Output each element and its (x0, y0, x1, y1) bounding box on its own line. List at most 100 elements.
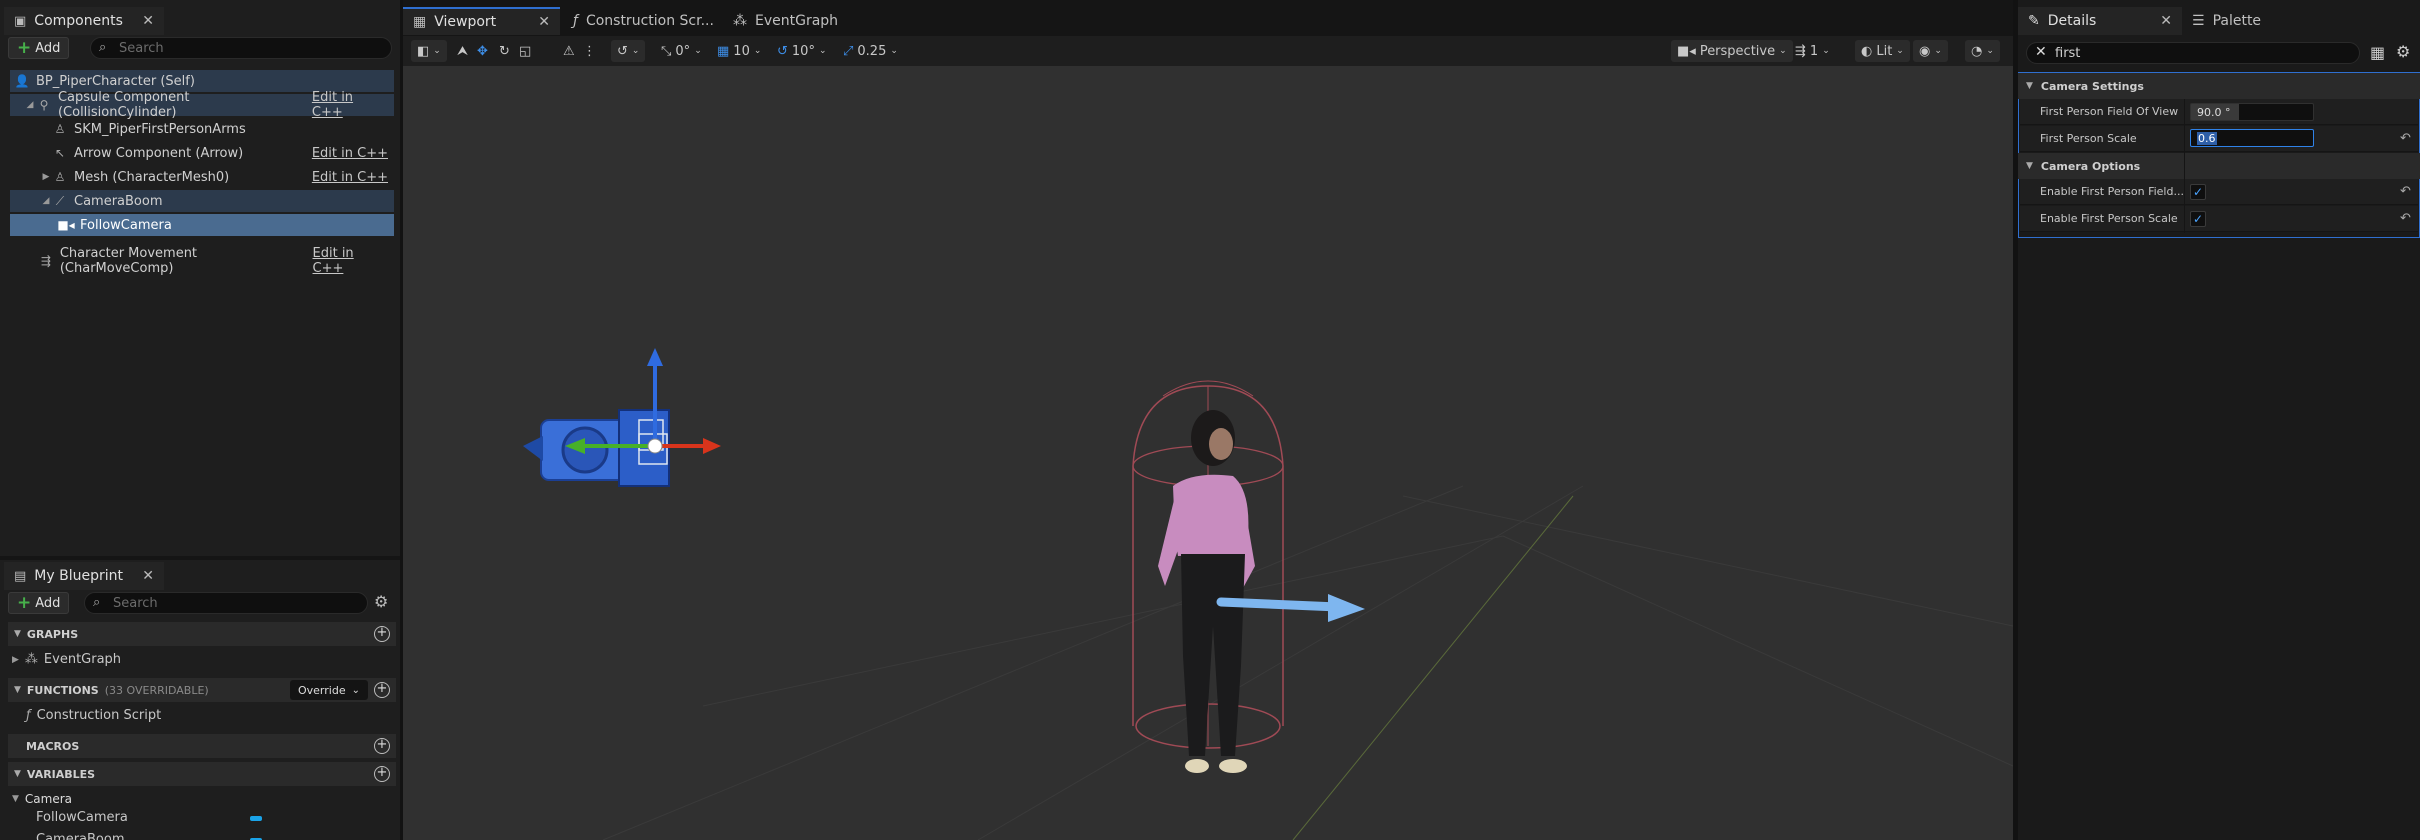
variable-type-pin-icon (250, 816, 262, 821)
angle-snap-control[interactable]: ↺ 10° ⌄ (777, 40, 827, 62)
tree-item-label: SKM_PiperFirstPersonArms (74, 121, 246, 137)
override-dropdown[interactable]: Override ⌄ (290, 680, 368, 700)
variable-category[interactable]: ▼ Camera (12, 792, 72, 806)
scale-snap-control[interactable]: ⤢ 0.25 ⌄ (843, 40, 898, 62)
settings-gear-icon[interactable]: ⚙ (2396, 42, 2410, 61)
list-item-construction-script[interactable]: ƒ Construction Script (26, 708, 161, 723)
gear-icon[interactable]: ⚙ (374, 592, 388, 611)
grid-snap-value: 10 (733, 43, 750, 59)
clear-search-icon[interactable]: ✕ (2035, 44, 2047, 60)
grid-view-icon[interactable]: ▦ (2370, 43, 2385, 62)
lighting-mode-label: Lit (1876, 43, 1893, 59)
scale-icon[interactable]: ◱ (519, 40, 531, 62)
tab-event-graph[interactable]: ⁂ EventGraph (723, 7, 843, 35)
show-flags-dropdown[interactable]: ◉ ⌄ (1913, 40, 1948, 62)
edit-in-cpp-link[interactable]: Edit in C++ (312, 90, 388, 120)
details-search-field[interactable] (2055, 45, 2359, 61)
chevron-down-icon[interactable]: ◢ (24, 100, 36, 110)
chevron-down-icon: ⌄ (351, 684, 360, 696)
grid-snap-control[interactable]: ▦ 10 ⌄ (717, 40, 761, 62)
more-options-icon[interactable]: ⋮ (583, 40, 596, 62)
tree-item-capsule[interactable]: ◢ ⚲ Capsule Component (CollisionCylinder… (10, 90, 394, 120)
graph-icon: ⁂ (733, 13, 747, 29)
section-macros[interactable]: MACROS (8, 734, 396, 758)
reset-to-default-icon[interactable]: ↶ (2400, 211, 2411, 226)
scale-snap-value: 0.25 (857, 43, 887, 59)
details-search-input[interactable]: ✕ (2026, 42, 2360, 64)
property-row-enable-fov: Enable First Person Field... (2020, 179, 2418, 205)
enable-fov-checkbox[interactable]: ✓ (2190, 184, 2206, 200)
tab-components[interactable]: ▣ Components ✕ (4, 7, 164, 35)
edit-in-cpp-link[interactable]: Edit in C++ (313, 246, 388, 276)
tree-item-mesh[interactable]: ▶ ♙ Mesh (CharacterMesh0) Edit in C++ (10, 166, 394, 188)
add-graph-icon[interactable]: + (374, 626, 390, 642)
components-panel: ▣ Components ✕ + Add ⌕ 👤 BP_PiperCharact… (0, 0, 400, 560)
list-item-eventgraph[interactable]: ▶ ⁂ EventGraph (12, 652, 121, 667)
section-variables[interactable]: ▼ VARIABLES (8, 762, 396, 786)
view-mode-dropdown[interactable]: ■◂ Perspective ⌄ (1671, 40, 1793, 62)
add-member-button[interactable]: + Add (8, 592, 70, 614)
editor-tab-bar: ▦ Viewport ✕ ƒ Construction Scr... ⁂ Eve… (403, 6, 2013, 36)
tab-palette[interactable]: ☰ Palette (2182, 7, 2302, 35)
close-icon[interactable]: ✕ (142, 568, 154, 584)
section-graphs[interactable]: ▼ GRAPHS (8, 622, 396, 646)
category-camera-settings[interactable]: ▼ Camera Settings (2018, 73, 2420, 99)
camera-speed-dropdown[interactable]: ⇶ 1 ⌄ (1795, 40, 1830, 62)
tab-details-label: Details (2047, 13, 2097, 29)
tab-viewport-label: Viewport (434, 14, 497, 30)
tab-construction-script[interactable]: ƒ Construction Scr... (563, 7, 728, 35)
fov-value: 90.0 ° (2197, 105, 2231, 119)
variable-item[interactable]: CameraBoom (36, 832, 266, 840)
tab-my-blueprint-label: My Blueprint (34, 568, 123, 584)
tab-construction-label: Construction Scr... (585, 13, 714, 29)
chevron-right-icon[interactable]: ▶ (40, 172, 52, 182)
surface-snap-dropdown[interactable]: ↺ ⌄ (611, 40, 646, 62)
rotation-snap-icon: ⤡ (661, 43, 672, 59)
add-component-button[interactable]: + Add (8, 37, 70, 59)
add-variable-icon[interactable]: + (374, 766, 390, 782)
close-icon[interactable]: ✕ (142, 13, 154, 29)
enable-scale-checkbox[interactable]: ✓ (2190, 211, 2206, 227)
tree-item-movement[interactable]: ⇶ Character Movement (CharMoveComp) Edit… (10, 246, 394, 276)
category-camera-options[interactable]: ▼ Camera Options (2018, 153, 2420, 179)
coordinate-system-icon[interactable]: ⚠ (563, 40, 575, 62)
property-splitter[interactable] (2184, 99, 2185, 233)
tab-details[interactable]: ✎ Details ✕ (2018, 7, 2182, 35)
performance-dropdown[interactable]: ◔ ⌄ (1965, 40, 2000, 62)
tree-item-cameraboom[interactable]: ◢ ⟋ CameraBoom (10, 190, 394, 212)
chevron-down-icon: ▼ (12, 794, 19, 804)
tree-item-arrow[interactable]: ↖ Arrow Component (Arrow) Edit in C++ (10, 142, 394, 164)
edit-in-cpp-link[interactable]: Edit in C++ (312, 146, 388, 161)
tree-item-arms[interactable]: ♙ SKM_PiperFirstPersonArms (10, 118, 394, 140)
view-mode-label: Perspective (1699, 43, 1776, 59)
viewport-options-dropdown[interactable]: ◧ ⌄ (411, 40, 447, 62)
tab-viewport[interactable]: ▦ Viewport ✕ (403, 7, 560, 35)
tree-item-self[interactable]: 👤 BP_PiperCharacter (Self) (10, 70, 394, 92)
camera-speed-icon: ⇶ (1795, 43, 1806, 59)
add-macro-icon[interactable]: + (374, 738, 390, 754)
reset-to-default-icon[interactable]: ↶ (2400, 184, 2411, 199)
reset-to-default-icon[interactable]: ↶ (2400, 131, 2411, 146)
tree-item-followcamera[interactable]: ■◂ FollowCamera (10, 214, 394, 236)
rotate-icon[interactable]: ↻ (499, 40, 510, 62)
add-function-icon[interactable]: + (374, 682, 390, 698)
chevron-down-icon[interactable]: ◢ (40, 196, 52, 206)
close-icon[interactable]: ✕ (538, 14, 550, 30)
edit-in-cpp-link[interactable]: Edit in C++ (312, 170, 388, 185)
lighting-mode-dropdown[interactable]: ◐ Lit ⌄ (1855, 40, 1910, 62)
components-search-input[interactable]: ⌕ (90, 37, 392, 59)
rotation-snap-control[interactable]: ⤡ 0° ⌄ (661, 40, 702, 62)
viewport-canvas[interactable] (403, 66, 2013, 840)
tab-my-blueprint[interactable]: ▤ My Blueprint ✕ (4, 562, 164, 590)
translate-icon[interactable]: ✥ (477, 40, 488, 62)
chevron-down-icon: ⌄ (433, 46, 441, 56)
variable-item[interactable]: FollowCamera (36, 810, 266, 828)
scale-input[interactable]: 0.6 (2190, 129, 2314, 147)
fov-input[interactable]: 90.0 ° (2190, 103, 2314, 121)
pencil-icon: ✎ (2028, 13, 2040, 29)
close-icon[interactable]: ✕ (2160, 13, 2172, 29)
blueprint-search-input[interactable]: ⌕ (84, 592, 368, 614)
blueprint-search-field[interactable] (113, 595, 367, 611)
select-mode-icon[interactable]: ⮝ (457, 40, 468, 62)
components-search-field[interactable] (119, 40, 391, 56)
